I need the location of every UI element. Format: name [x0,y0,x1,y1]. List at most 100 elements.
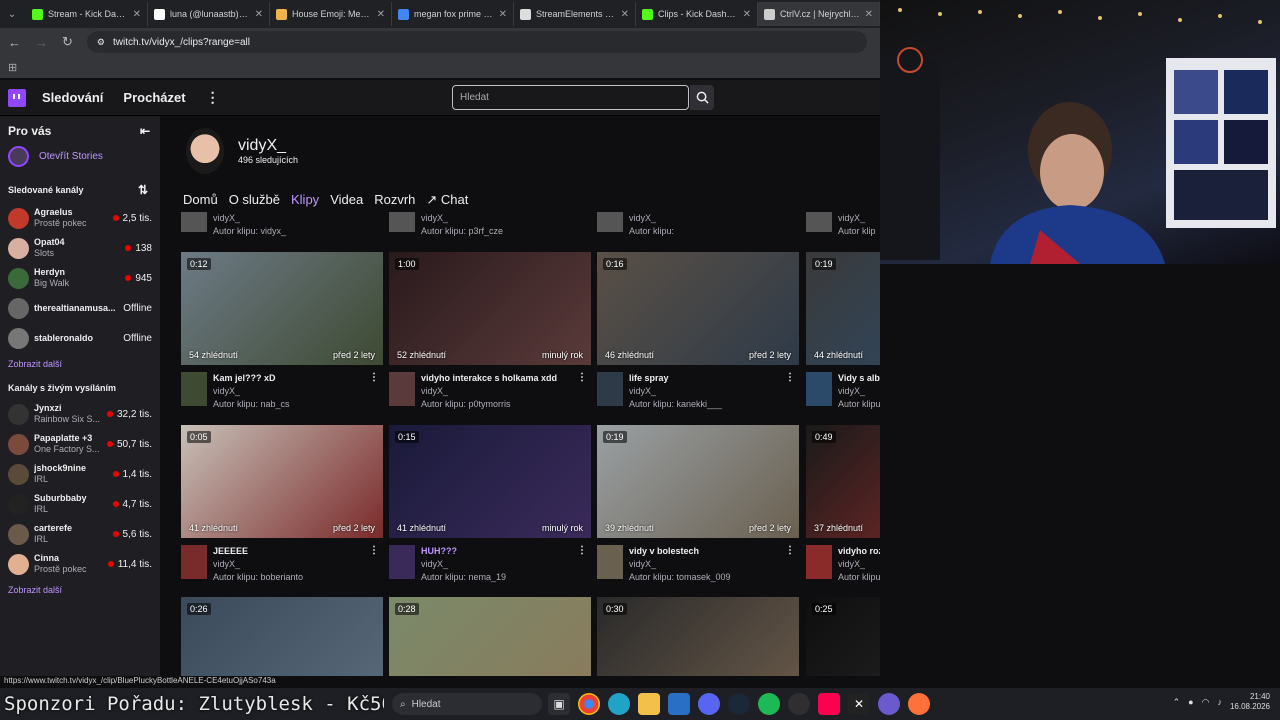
clip-card[interactable]: 0:26 [181,597,383,688]
close-tab-icon[interactable]: ✕ [377,9,385,20]
discord-icon[interactable] [698,693,720,715]
clip-card[interactable]: 0:28 [389,597,591,688]
tab-videa[interactable]: Videa [330,192,363,208]
edge-icon[interactable] [608,693,630,715]
open-stories[interactable]: Otevřít Stories [0,138,160,175]
clip-card[interactable]: vidyX_ Autor klip [806,212,880,238]
clip-title[interactable]: vidy v bolestech [629,545,799,558]
clip-avatar[interactable] [597,545,623,579]
close-tab-icon[interactable]: ✕ [499,9,507,20]
tiktok-icon[interactable] [818,693,840,715]
more-menu-icon[interactable]: ⋮ [206,89,220,106]
clip-card[interactable]: 0:12 54 zhlédnutí před 2 lety Kam jel??? xD… [181,252,383,411]
collapse-sidebar-icon[interactable]: ⇤ [140,124,150,138]
clip-title[interactable]: JEEEEE [213,545,383,558]
tab-o-službě[interactable]: O službě [229,192,280,208]
clip-card[interactable]: 0:19 39 zhlédnutí před 2 lety vidy v bolest… [597,425,799,584]
browser-tab[interactable]: luna (@lunaastb) | TikT... ✕ [148,2,270,26]
clip-channel[interactable]: vidyX_ [421,385,591,398]
clip-thumbnail[interactable]: 0:12 54 zhlédnutí před 2 lety [181,252,383,365]
site-info-icon[interactable]: ⚙ [97,37,105,48]
clip-channel[interactable]: vidyX_ [838,212,880,225]
more-options-icon[interactable]: ⋮ [577,372,587,383]
tab-rozvrh[interactable]: Rozvrh [374,192,415,208]
clip-author[interactable]: Autor klipu: [629,225,799,238]
volume-icon[interactable]: ♪ [1217,697,1222,707]
sidebar-channel-item[interactable]: carterefe IRL 5,6 tis. [0,519,160,549]
clip-card[interactable]: vidyX_ Autor klipu: [597,212,799,238]
channel-name[interactable]: vidyX_ [238,137,298,155]
clip-author[interactable]: Autor klipu: nab_cs [213,398,383,411]
mic-icon[interactable]: ● [1188,697,1193,707]
sidebar-channel-item[interactable]: Cinna Prostě pokec 11,4 tis. [0,549,160,579]
forward-icon[interactable]: → [35,35,48,50]
twitch-logo-icon[interactable] [8,88,26,107]
clip-author[interactable]: Autor klipu: kanekki___ [629,398,799,411]
firefox-icon[interactable] [908,693,930,715]
clip-channel[interactable]: vidyX_ [213,212,383,225]
clip-card[interactable]: vidyX_ Autor klipu: p3rf_cze [389,212,591,238]
channel-avatar[interactable] [186,128,224,174]
nav-browse[interactable]: Procházet [123,90,185,105]
clip-channel[interactable]: vidyX_ [421,212,591,225]
close-tab-icon[interactable]: ✕ [133,9,141,20]
tab-domů[interactable]: Domů [183,192,218,208]
close-tab-icon[interactable]: ✕ [743,9,751,20]
clip-channel[interactable]: vidyX_ [213,558,383,571]
clip-avatar[interactable] [806,545,832,579]
browser-tab[interactable]: megan fox prime - Hle... ✕ [392,2,514,26]
sidebar-channel-item[interactable]: therealtianamusa... Offline [0,293,160,323]
clip-author[interactable]: Autor klipu: p3rf_cze [421,225,591,238]
clip-channel[interactable]: vidyX_ [421,558,591,571]
clip-thumbnail[interactable]: 1:00 52 zhlédnutí minulý rok [389,252,591,365]
sort-icon[interactable]: ⇅ [138,183,148,197]
clip-card[interactable]: 0:05 41 zhlédnutí před 2 lety JEEEEE vidyX_ A… [181,425,383,584]
capcut-icon[interactable]: ✕ [848,693,870,715]
clip-card[interactable]: vidyX_ Autor klipu: vidyx_ [181,212,383,238]
clip-title[interactable]: Vidy s albancema [838,372,880,385]
more-options-icon[interactable]: ⋮ [785,372,795,383]
sidebar-channel-item[interactable]: stableronaldo Offline [0,323,160,353]
clip-thumbnail[interactable]: 0:05 41 zhlédnutí před 2 lety [181,425,383,538]
clip-author[interactable]: Autor klipu: tomasek_009 [629,571,799,584]
clip-author[interactable]: Autor klip [838,225,880,238]
chevron-up-icon[interactable]: ⌃ [1173,697,1181,708]
clip-thumbnail[interactable]: 0:19 39 zhlédnutí před 2 lety [597,425,799,538]
close-tab-icon[interactable]: ✕ [621,9,629,20]
sidebar-channel-item[interactable]: jshock9nine IRL 1,4 tis. [0,459,160,489]
clip-card[interactable]: 0:16 46 zhlédnutí před 2 lety life spray vid… [597,252,799,411]
clip-channel[interactable]: vidyX_ [629,558,799,571]
file-explorer-icon[interactable] [638,693,660,715]
clip-title[interactable]: HUH??? [421,545,591,558]
browser-tab[interactable]: StreamElements - Das... ✕ [514,2,636,26]
clip-card[interactable]: 0:15 41 zhlédnutí minulý rok HUH??? vidyX_ Au… [389,425,591,584]
wifi-icon[interactable]: ◠ [1202,697,1210,708]
reload-icon[interactable]: ↻ [62,34,73,50]
show-more-followed[interactable]: Zobrazit další [0,353,160,375]
more-options-icon[interactable]: ⋮ [369,372,379,383]
search-button[interactable] [690,85,714,110]
clock[interactable]: 21:40 16.08.2026 [1230,692,1270,712]
clip-thumbnail[interactable]: 0:4937 zhlédnutíminulý rok [806,425,880,538]
sidebar-channel-item[interactable]: Jynxzi Rainbow Six S... 32,2 tis. [0,399,160,429]
clip-avatar[interactable] [597,372,623,406]
sidebar-channel-item[interactable]: Suburbbaby IRL 4,7 tis. [0,489,160,519]
clip-card[interactable]: 0:25 [806,597,880,688]
close-tab-icon[interactable]: ✕ [255,9,263,20]
store-icon[interactable] [668,693,690,715]
steam-icon[interactable] [728,693,750,715]
clip-channel[interactable]: vidyX_ [629,385,799,398]
clip-channel[interactable]: vidyX_ [213,385,383,398]
clip-avatar[interactable] [181,545,207,579]
sidebar-channel-item[interactable]: Papaplatte +3 One Factory S... 50,7 tis. [0,429,160,459]
tab-chat[interactable]: ↗ Chat [426,192,468,208]
browser-tab[interactable]: Stream - Kick Dashbo... ✕ [26,2,148,26]
close-tab-icon[interactable]: ✕ [865,9,873,20]
clip-card[interactable]: 0:4937 zhlédnutíminulý rokvidyho rozchod… [806,425,880,584]
clip-thumbnail[interactable]: 0:28 [389,597,591,688]
task-view-icon[interactable]: ▣ [548,693,570,715]
clip-thumbnail[interactable]: 0:26 [181,597,383,688]
browser-tab[interactable]: House Emoji: Mea... ✕ [270,2,392,26]
browser-tab[interactable]: Clips - Kick Dashboar... ✕ [636,2,758,26]
spotify-icon[interactable] [758,693,780,715]
